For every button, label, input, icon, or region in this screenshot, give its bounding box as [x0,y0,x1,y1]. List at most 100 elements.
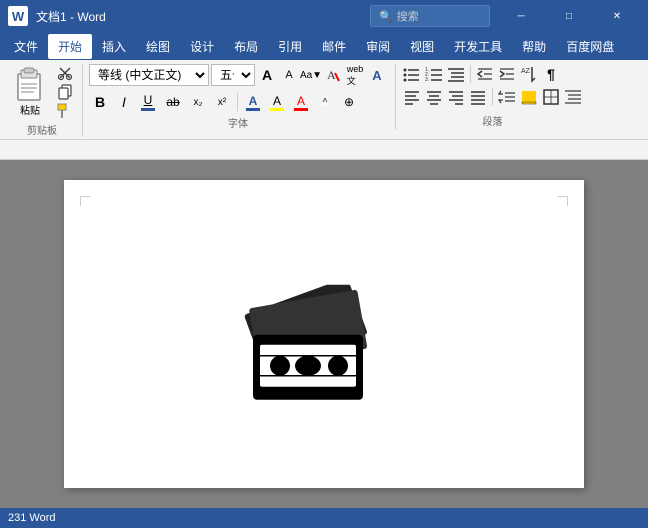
menu-help[interactable]: 帮助 [512,34,556,59]
numbered-list-icon: 1. 2. 3. [425,65,443,83]
web-text-button[interactable]: web文 [345,65,365,85]
clear-format-icon: A [326,68,340,82]
menu-review[interactable]: 审阅 [356,34,400,59]
svg-text:3.: 3. [425,77,429,83]
change-case-button[interactable]: Aa▼ [301,65,321,85]
italic-button[interactable]: I [113,91,135,113]
window-controls: ─ □ ✕ [498,0,640,32]
line-spacing-icon [498,88,516,106]
font-shrink-button[interactable]: A [279,65,299,85]
menu-bar: 文件 开始 插入 绘图 设计 布局 引用 邮件 审阅 视图 开发工具 帮助 百度… [0,32,648,60]
multilevel-list-button[interactable] [446,64,466,84]
shading-icon [520,88,538,106]
separator2 [470,65,471,83]
sort-icon: AZ [520,65,538,83]
word-count: 231 Word [8,512,56,524]
font-grow-button[interactable]: A [257,65,277,85]
shading-button[interactable] [519,87,539,107]
font-selector-row: 等线 (中文正文) 五号 A A Aa▼ A web文 A [89,64,387,86]
status-bar: 231 Word [0,508,648,528]
bold-button[interactable]: B [89,91,111,113]
paste-icon [14,66,46,102]
document-page[interactable] [64,180,584,488]
cash-icon-svg [228,285,388,405]
borders-button[interactable] [541,87,561,107]
sort-button[interactable]: AZ [519,64,539,84]
search-box[interactable]: 🔍 搜索 [370,5,490,27]
search-icon: 🔍 [379,10,393,23]
multilevel-list-icon [447,65,465,83]
font-label: 字体 [89,115,387,130]
align-right-button[interactable] [446,87,466,107]
strikethrough-button[interactable]: ab [161,92,185,112]
align-right-icon [447,88,465,106]
copy-icon [57,84,73,100]
decrease-indent-icon [476,65,494,83]
justify-button[interactable] [468,87,488,107]
maximize-button[interactable]: □ [546,0,592,32]
increase-indent-button[interactable] [497,64,517,84]
menu-baidu[interactable]: 百度网盘 [556,34,624,59]
font-formatting-row: B I U ab x₂ x² A [89,91,387,113]
para-spacing-button[interactable] [563,87,583,107]
menu-file[interactable]: 文件 [4,34,48,59]
clear-format-button[interactable]: A [323,65,343,85]
cut-icon [57,65,73,81]
subscript-button[interactable]: x₂ [187,92,209,112]
font-size-select[interactable]: 五号 [211,64,255,86]
title-bar: W 文档1 - Word 🔍 搜索 ─ □ ✕ [0,0,648,32]
ribbon: 粘贴 [0,60,648,140]
align-left-button[interactable] [402,87,422,107]
char-shade-button[interactable]: A [314,92,336,112]
page-corner-tr [558,196,568,206]
page-corner-tl [80,196,90,206]
menu-mailings[interactable]: 邮件 [312,34,356,59]
menu-home[interactable]: 开始 [48,34,92,59]
menu-developer[interactable]: 开发工具 [444,34,512,59]
decrease-indent-button[interactable] [475,64,495,84]
bullet-list-icon [403,65,421,83]
font-name-select[interactable]: 等线 (中文正文) [89,64,209,86]
minimize-button[interactable]: ─ [498,0,544,32]
format-painter-button[interactable] [54,102,76,120]
show-marks-button[interactable]: ¶ [541,64,561,84]
clipboard-group: 粘贴 [8,64,83,137]
text-effects-button[interactable]: A [367,65,387,85]
align-center-button[interactable] [424,87,444,107]
paragraph-label: 段落 [402,113,583,128]
menu-design[interactable]: 设计 [180,34,224,59]
close-button[interactable]: ✕ [594,0,640,32]
font-color2-button[interactable]: A [290,92,312,112]
paragraph-group: 1. 2. 3. [402,64,591,128]
title-text: 文档1 - Word [36,8,370,25]
menu-references[interactable]: 引用 [268,34,312,59]
svg-text:AZ: AZ [521,68,531,75]
para-spacing-icon [564,88,582,106]
highlight-color-button[interactable]: A [266,92,288,112]
underline-button[interactable]: U [137,91,159,113]
format-painter-icon [57,103,73,119]
font-color-button[interactable]: A [242,92,264,112]
svg-text:A: A [327,68,336,82]
justify-icon [469,88,487,106]
paste-button[interactable]: 粘贴 [8,64,52,119]
align-center-icon [425,88,443,106]
cut-button[interactable] [54,64,76,82]
phonetic-guide-button[interactable]: ⊕ [338,92,360,112]
paste-label: 粘贴 [20,102,40,117]
document-area [0,160,648,508]
menu-draw[interactable]: 绘图 [136,34,180,59]
superscript-button[interactable]: x² [211,92,233,112]
increase-indent-icon [498,65,516,83]
numbered-list-button[interactable]: 1. 2. 3. [424,64,444,84]
line-spacing-button[interactable] [497,87,517,107]
clipboard-buttons: 粘贴 [8,64,76,120]
bullet-list-button[interactable] [402,64,422,84]
word-logo: W [8,6,28,26]
paragraph-row1: 1. 2. 3. [402,64,583,84]
copy-button[interactable] [54,83,76,101]
menu-layout[interactable]: 布局 [224,34,268,59]
menu-insert[interactable]: 插入 [92,34,136,59]
align-left-icon [403,88,421,106]
menu-view[interactable]: 视图 [400,34,444,59]
